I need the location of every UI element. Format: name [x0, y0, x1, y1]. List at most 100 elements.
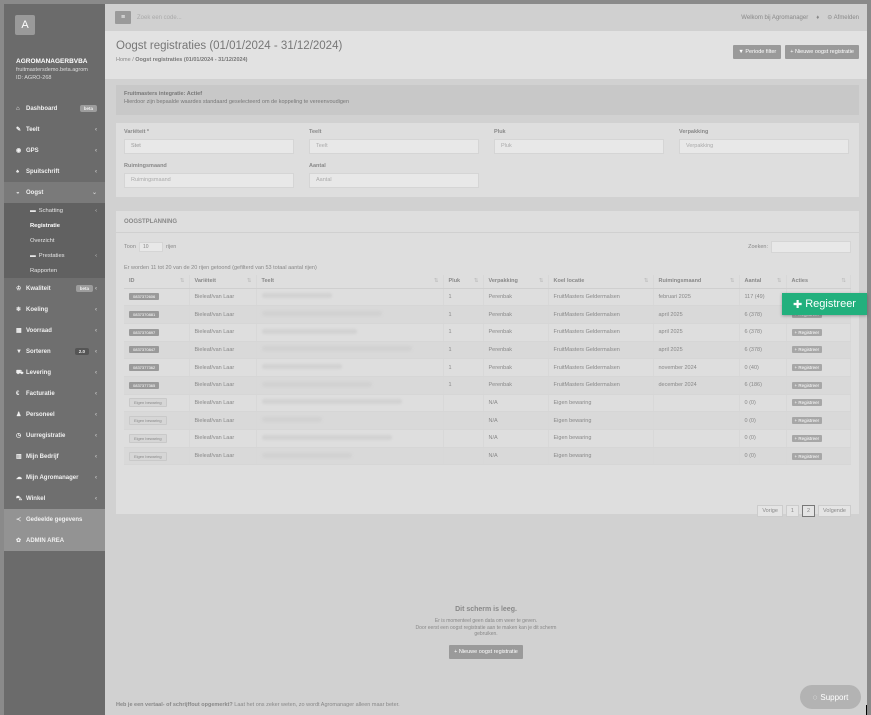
pager-next-button[interactable]: Volgende — [818, 505, 851, 517]
id-badge[interactable]: 0837370897 — [129, 328, 160, 336]
sidebar-subitem-prestaties[interactable]: ▬ Prestaties ‹ — [4, 248, 105, 263]
sidebar-subitem-schatting[interactable]: ▬ Schatting ‹ — [4, 203, 105, 218]
cell-aantal: 0 (40) — [739, 358, 787, 377]
field-label: Ruimingsmaand — [124, 163, 167, 169]
chevron-left-icon: ‹ — [95, 168, 97, 175]
cell-verpakking: Perenbak — [483, 376, 549, 395]
column-header[interactable]: Aantal ⇅ — [739, 275, 787, 289]
id-badge[interactable]: 0837370881 — [129, 311, 160, 319]
cell-id: 0837372606 — [124, 288, 190, 307]
periode-filter-button[interactable]: ▼ Periode filter — [733, 45, 782, 59]
table-search-input[interactable] — [771, 241, 851, 253]
registreer-button[interactable]: + Registreer — [791, 364, 823, 372]
sidebar-item-uurregistratie[interactable]: ◷ Uurregistratie ‹ — [4, 425, 105, 446]
main-content: Oogst registraties (01/01/2024 - 31/12/2… — [105, 31, 867, 715]
sidebar-item-personeel[interactable]: ♟ Personeel ‹ — [4, 404, 105, 425]
table-row: 0837370847 Bieleaf/van Laar 1 Perenbak Fruit… — [124, 341, 851, 360]
sidebar-item-levering[interactable]: ⛟ Levering ‹ — [4, 362, 105, 383]
pager-page-1[interactable]: 1 — [785, 505, 799, 517]
sidebar-item-admin-area[interactable]: ✿ ADMIN AREA — [4, 530, 105, 551]
registreer-button[interactable]: + Registreer — [791, 434, 823, 442]
menu-toggle-icon[interactable]: ≡ — [115, 11, 131, 24]
folder-icon: ▬ — [30, 252, 36, 259]
id-badge[interactable]: 0837370847 — [129, 346, 160, 354]
breadcrumb-home[interactable]: Home — [116, 57, 131, 63]
sidebar-item-voorraad[interactable]: ▦ Voorraad ‹ — [4, 320, 105, 341]
sidebar-bottom: ≺ Gedeelde gegevens ✿ ADMIN AREA — [4, 509, 105, 551]
cell-koel-locatie: FruitMasters Geldermalsen — [548, 288, 654, 307]
variety-select[interactable]: Stet — [124, 139, 294, 154]
chevron-left-icon: ‹ — [95, 495, 97, 502]
pager-page-2[interactable]: 2 — [801, 505, 816, 517]
sidebar-item-gps[interactable]: ◉ GPS ‹ — [4, 140, 105, 161]
id-badge[interactable]: Eigen bewaring — [129, 398, 167, 408]
sidebar-item-mijn-agromanager[interactable]: ☁ Mijn Agromanager ‹ — [4, 467, 105, 488]
sidebar-item-winkel[interactable]: ⛍ Winkel ‹ — [4, 488, 105, 509]
column-header[interactable]: Ruimingsmaand ⇅ — [653, 275, 740, 289]
sidebar-item-sorteren[interactable]: ▼ Sorteren 2.0 ‹ — [4, 341, 105, 362]
sidebar-item-spuitschrift[interactable]: ♠ Spuitschrift ‹ — [4, 161, 105, 182]
breadcrumb-current: Oogst registraties (01/01/2024 - 31/12/2… — [135, 57, 248, 63]
id-badge[interactable]: Eigen bewaring — [129, 451, 167, 461]
id-badge[interactable]: Eigen bewaring — [129, 433, 167, 443]
bell-icon[interactable]: ♦ — [816, 15, 819, 21]
sidebar-item-gedeelde-gegevens[interactable]: ≺ Gedeelde gegevens — [4, 509, 105, 530]
sidebar-item-dashboard[interactable]: ⌂ Dashboard beta — [4, 98, 105, 119]
new-harvest-registration-button[interactable]: + Nieuwe oogst registratie — [785, 45, 859, 59]
logout-link[interactable]: ⊝ Afmelden — [827, 14, 859, 21]
column-header[interactable]: Koel locatie ⇅ — [548, 275, 654, 289]
sidebar-subitem-overzicht[interactable]: Overzicht — [4, 233, 105, 248]
sidebar-item-mijn-bedrijf[interactable]: ▥ Mijn Bedrijf ‹ — [4, 446, 105, 467]
page-length-select[interactable]: 10 — [138, 242, 163, 252]
registreer-button-highlighted[interactable]: ✚ Registreer — [782, 293, 867, 315]
sidebar-item-teelt[interactable]: ✎ Teelt ‹ — [4, 119, 105, 140]
column-header[interactable]: ID ⇅ — [124, 275, 190, 289]
column-header[interactable]: Pluk ⇅ — [443, 275, 484, 289]
ruimingsmaand-input[interactable]: Ruimingsmaand — [124, 173, 294, 188]
cell-variety: Bieleaf/van Laar — [189, 288, 257, 307]
id-badge[interactable]: 0837377362 — [129, 364, 160, 372]
blurred-text — [261, 311, 382, 317]
teelt-select[interactable]: Teelt — [309, 139, 479, 154]
sidebar-item-facturatie[interactable]: € Facturatie ‹ — [4, 383, 105, 404]
sidebar-subitem-registratie[interactable]: Registratie — [4, 218, 105, 233]
registreer-button[interactable]: + Registreer — [791, 417, 823, 425]
cell-id: Eigen bewaring — [124, 447, 190, 466]
column-header[interactable]: Verpakking ⇅ — [483, 275, 549, 289]
beta-badge: beta — [79, 105, 97, 112]
cell-acties: + Registreer — [786, 376, 851, 395]
column-header[interactable]: Acties ⇅ — [786, 275, 851, 289]
table-body: 0837372606 Bieleaf/van Laar 1 Perenbak Fruit… — [124, 288, 851, 466]
aantal-input[interactable]: Aantal — [309, 173, 479, 188]
support-button[interactable]: ◌ Support — [800, 685, 861, 709]
sidebar-item-label: Gedeelde gegevens — [26, 516, 83, 523]
sidebar-item-oogst[interactable]: ◒ Oogst ⌄ — [4, 182, 105, 203]
cloud-icon: ☁ — [16, 475, 22, 481]
sidebar-item-koeling[interactable]: ❄ Koeling ‹ — [4, 299, 105, 320]
registreer-button[interactable]: + Registreer — [791, 399, 823, 407]
empty-new-registration-button[interactable]: + Nieuwe oogst registratie — [449, 644, 523, 659]
sidebar-item-kwaliteit[interactable]: ♔ Kwaliteit beta ‹ — [4, 278, 105, 299]
registreer-button[interactable]: + Registreer — [791, 452, 823, 460]
column-header[interactable]: Variëteit ⇅ — [189, 275, 257, 289]
sidebar-subitem-rapporten[interactable]: Rapporten — [4, 263, 105, 278]
sidebar-lower: ♔ Kwaliteit beta ‹ ❄ Koeling ‹ ▦ Voorraa… — [4, 278, 105, 509]
variety-field: Variëteit * Stet — [124, 129, 294, 154]
code-search-input[interactable]: Zoek een code... — [137, 15, 182, 21]
registreer-button[interactable]: + Registreer — [791, 346, 823, 354]
pagination: Vorige 1 2 Volgende — [757, 505, 851, 517]
id-badge[interactable]: Eigen bewaring — [129, 416, 167, 426]
id-badge[interactable]: 0837377365 — [129, 381, 160, 389]
registreer-button[interactable]: + Registreer — [791, 381, 823, 389]
sidebar-item-label: Teelt — [26, 126, 40, 133]
cell-ruimingsmaand — [653, 429, 740, 448]
verpakking-select[interactable]: Verpakking — [679, 139, 849, 154]
column-header[interactable]: Teelt ⇅ — [256, 275, 444, 289]
pluk-select[interactable]: Pluk — [494, 139, 664, 154]
registreer-button[interactable]: + Registreer — [791, 328, 823, 336]
app-logo[interactable]: A — [15, 15, 35, 35]
id-badge[interactable]: 0837372606 — [129, 293, 160, 301]
pager-prev-button[interactable]: Vorige — [757, 505, 783, 517]
gear-icon: ✿ — [16, 538, 22, 544]
cell-pluk: 1 — [443, 376, 484, 395]
